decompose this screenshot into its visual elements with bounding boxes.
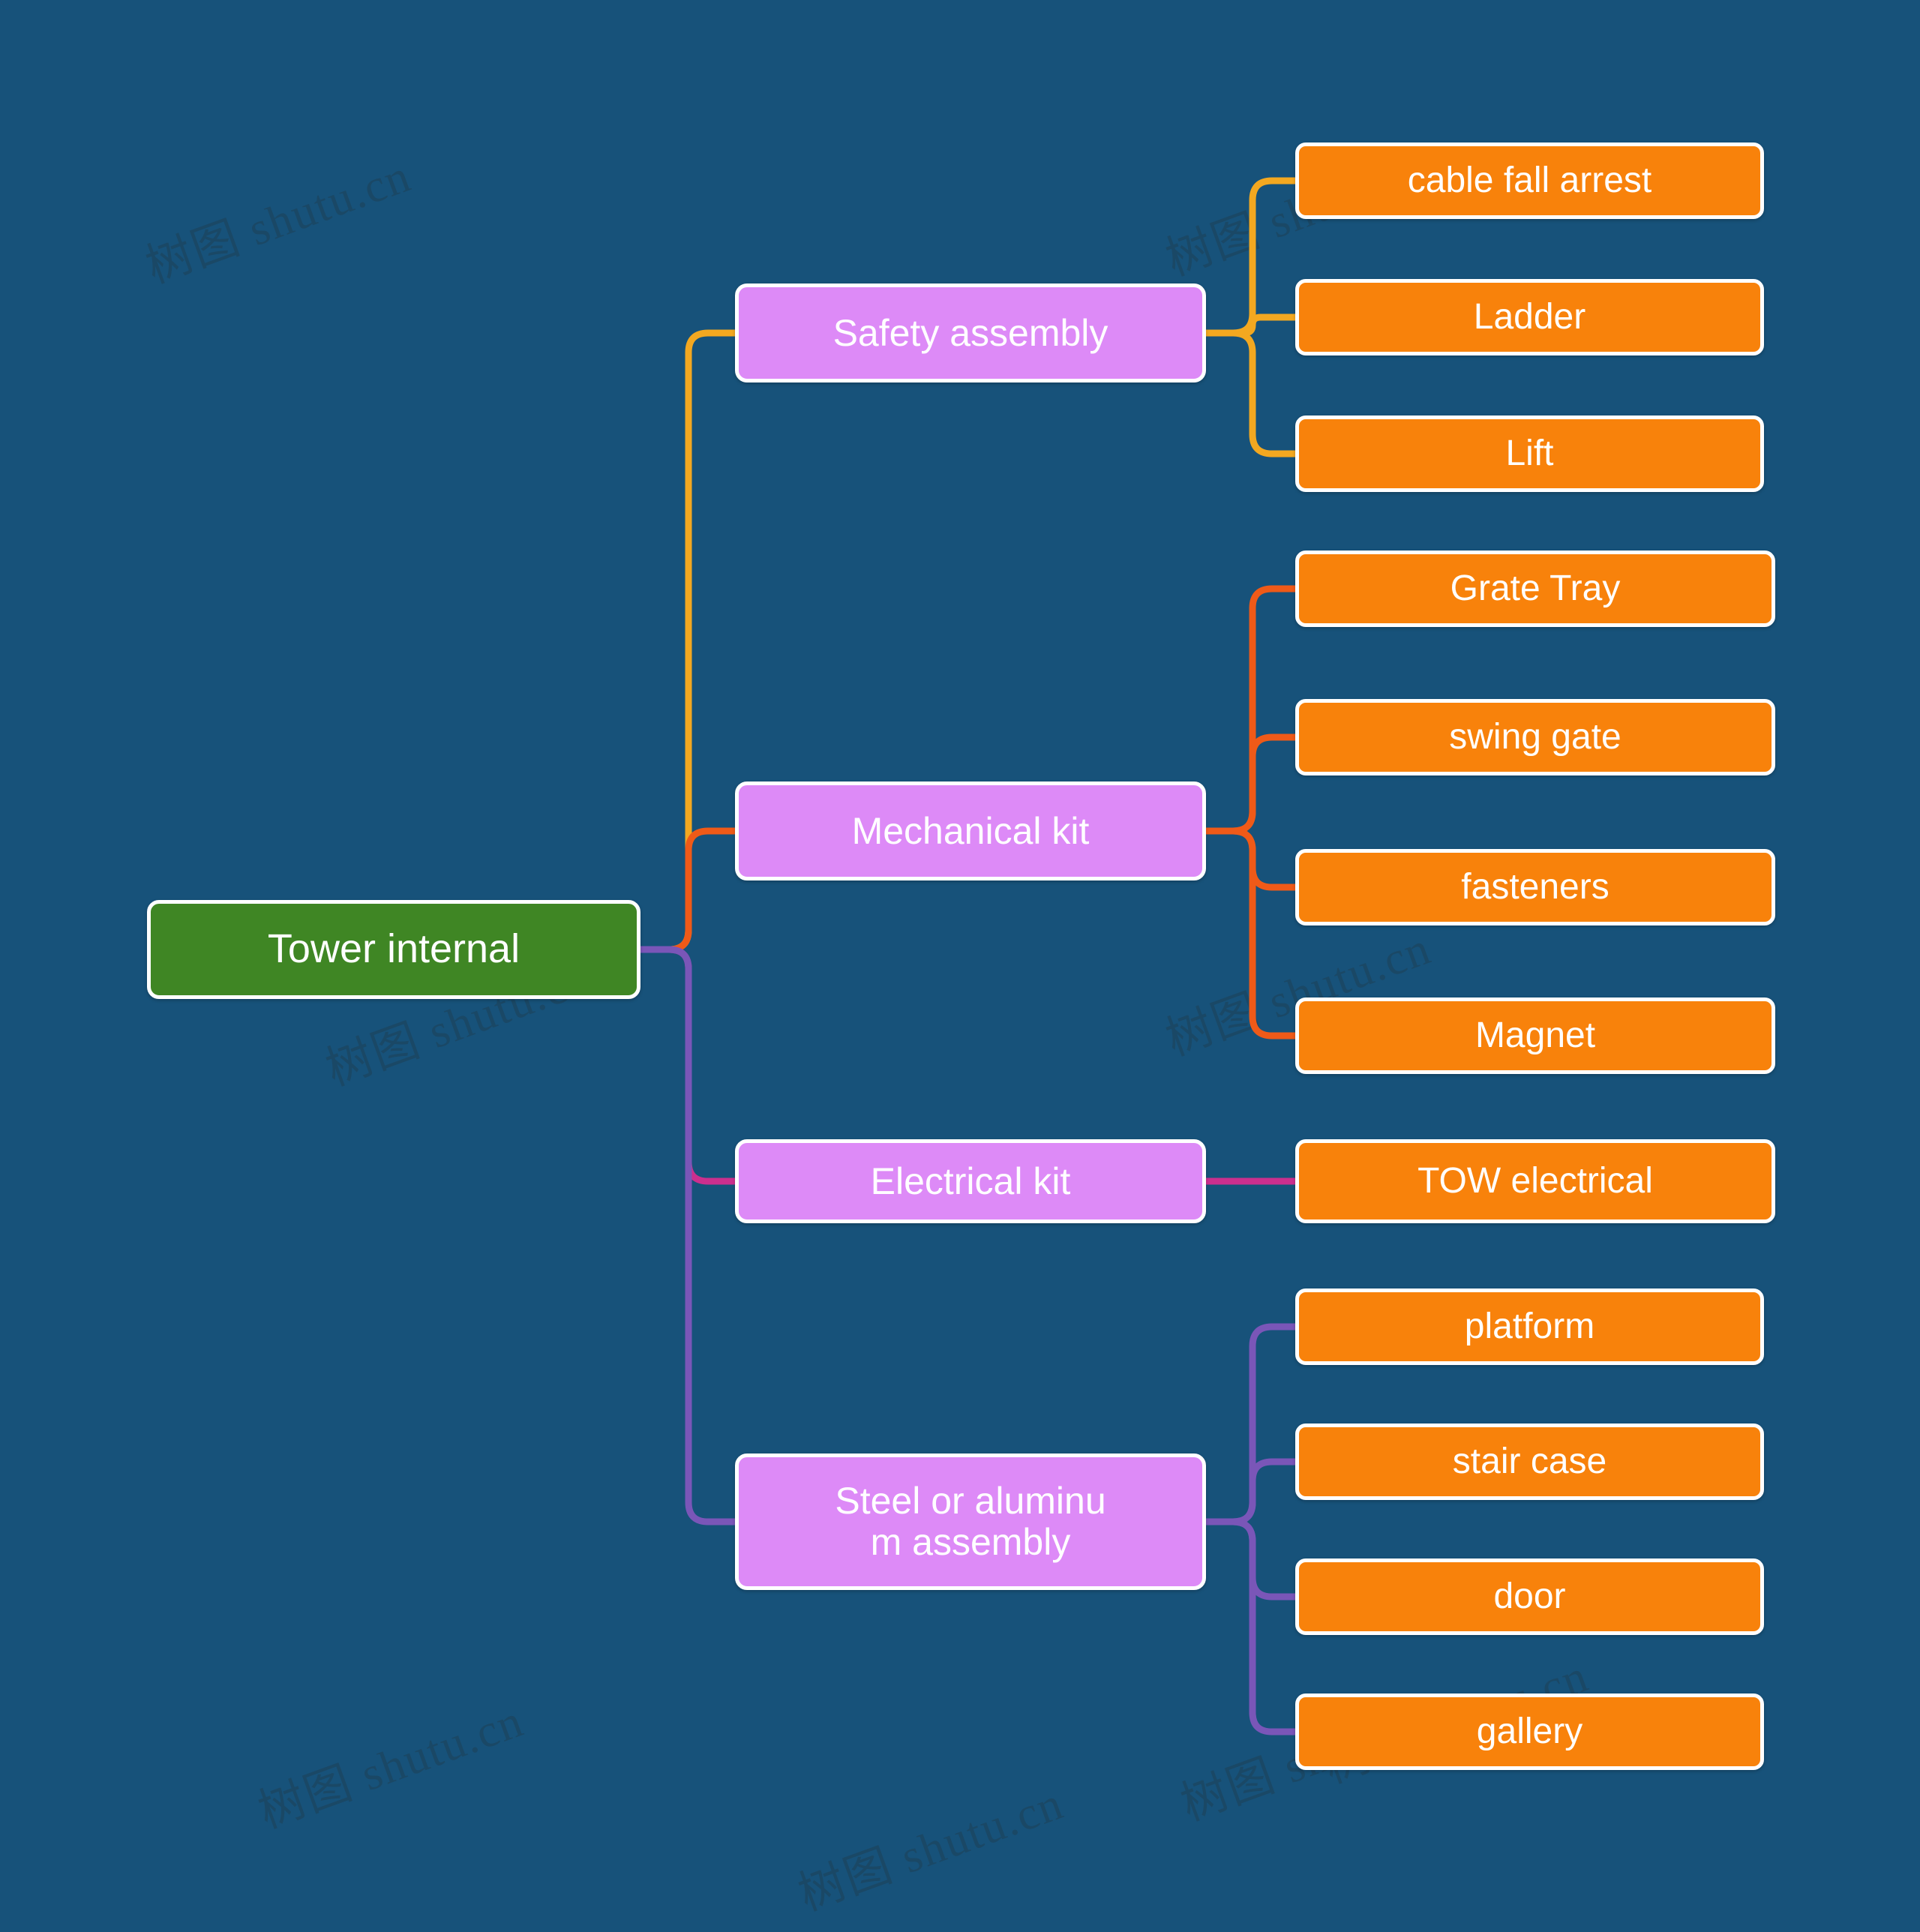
- connector-safety-assembly-to-ladder: [1202, 314, 1299, 337]
- leaf-node-label: TOW electrical: [1418, 1160, 1653, 1201]
- connector-mechanical-kit-to-magnet: [1202, 827, 1299, 1040]
- leaf-node-label: Ladder: [1473, 296, 1586, 337]
- branch-node-label: Electrical kit: [870, 1160, 1071, 1202]
- connector-root-to-mechanical-kit: [637, 827, 739, 953]
- leaf-node-gallery[interactable]: gallery: [1295, 1694, 1764, 1770]
- branch-node-safety-assembly[interactable]: Safety assembly: [735, 284, 1206, 382]
- leaf-node-platform[interactable]: platform: [1295, 1288, 1764, 1365]
- leaf-node-ladder[interactable]: Ladder: [1295, 279, 1764, 356]
- leaf-node-label: stair case: [1452, 1441, 1607, 1481]
- branch-node-label: Mechanical kit: [851, 809, 1090, 852]
- watermark-text: 树图 shutu.cn: [252, 1695, 530, 1838]
- connector-steel-or-aluminum-assembly-to-gallery: [1202, 1518, 1299, 1736]
- connector-root-to-steel-or-aluminum-assembly: [637, 946, 739, 1526]
- branch-node-label: Safety assembly: [832, 311, 1108, 354]
- leaf-node-grate-tray[interactable]: Grate Tray: [1295, 550, 1775, 627]
- leaf-node-stair-case[interactable]: stair case: [1295, 1424, 1764, 1500]
- leaf-node-swing-gate[interactable]: swing gate: [1295, 699, 1775, 776]
- mindmap-canvas: 树图 shutu.cn树图 shutu.cn树图 shutu.cn树图 shut…: [0, 0, 1920, 1932]
- leaf-node-tow-electrical[interactable]: TOW electrical: [1295, 1139, 1775, 1223]
- leaf-node-label: swing gate: [1449, 716, 1622, 757]
- leaf-node-label: Grate Tray: [1450, 568, 1621, 608]
- connector-safety-assembly-to-lift: [1202, 329, 1299, 458]
- root-node-tower-internal[interactable]: Tower internal: [147, 900, 640, 999]
- branch-node-mechanical-kit[interactable]: Mechanical kit: [735, 782, 1206, 880]
- leaf-node-label: cable fall arrest: [1407, 160, 1652, 200]
- watermark-text: 树图 shutu.cn: [140, 150, 418, 293]
- leaf-node-label: gallery: [1476, 1711, 1583, 1751]
- leaf-node-fasteners[interactable]: fasteners: [1295, 849, 1775, 926]
- leaf-node-label: platform: [1464, 1306, 1595, 1346]
- connector-mechanical-kit-to-grate-tray: [1202, 585, 1299, 835]
- branch-node-electrical-kit[interactable]: Electrical kit: [735, 1139, 1206, 1223]
- leaf-node-label: Magnet: [1474, 1015, 1596, 1055]
- root-node-label: Tower internal: [267, 926, 520, 972]
- connector-safety-assembly-to-cable-fall-arrest: [1202, 177, 1299, 337]
- connector-mechanical-kit-to-swing-gate: [1202, 734, 1299, 835]
- branch-node-label: Steel or aluminu m assembly: [835, 1480, 1106, 1563]
- branch-node-steel-or-aluminum-assembly[interactable]: Steel or aluminu m assembly: [735, 1454, 1206, 1590]
- watermark-text: 树图 shutu.cn: [792, 1778, 1070, 1921]
- connector-root-to-safety-assembly: [637, 329, 739, 953]
- leaf-node-label: fasteners: [1461, 866, 1610, 907]
- leaf-node-cable-fall-arrest[interactable]: cable fall arrest: [1295, 142, 1764, 219]
- leaf-node-door[interactable]: door: [1295, 1558, 1764, 1635]
- connector-steel-or-aluminum-assembly-to-stair-case: [1202, 1458, 1299, 1526]
- connector-steel-or-aluminum-assembly-to-door: [1202, 1518, 1299, 1600]
- connector-steel-or-aluminum-assembly-to-platform: [1202, 1323, 1299, 1526]
- connector-mechanical-kit-to-fasteners: [1202, 827, 1299, 891]
- leaf-node-magnet[interactable]: Magnet: [1295, 998, 1775, 1074]
- leaf-node-label: door: [1493, 1576, 1566, 1616]
- connector-root-to-electrical-kit: [637, 946, 739, 1185]
- leaf-node-lift[interactable]: Lift: [1295, 416, 1764, 492]
- leaf-node-label: Lift: [1505, 433, 1554, 473]
